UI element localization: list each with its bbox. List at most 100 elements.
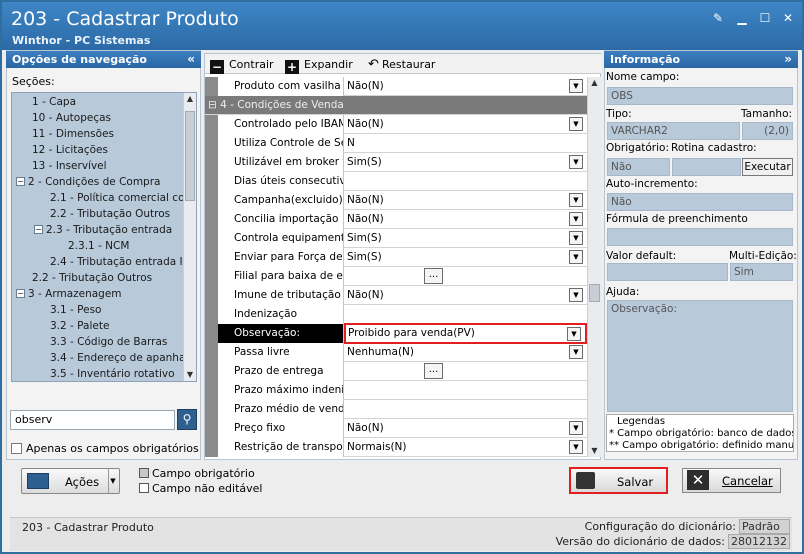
chevron-down-icon[interactable]: ▼	[569, 193, 583, 207]
sections-tree-item[interactable]: 12 - Licitações	[32, 142, 108, 158]
grid-property-row[interactable]: Utilizável em broker tv Sim(S) ▼	[205, 153, 587, 172]
tree-expander-icon[interactable]: −	[34, 225, 43, 234]
grid-property-row[interactable]: Filial para baixa de est...	[205, 267, 587, 286]
scroll-thumb[interactable]	[185, 111, 195, 201]
chevron-down-icon[interactable]: ▼	[569, 117, 583, 131]
collapse-button[interactable]: − Contrair	[210, 56, 274, 74]
sections-tree-item[interactable]: −3 - Armazenagem	[16, 286, 122, 302]
minimize-icon[interactable]: ▁	[735, 11, 749, 25]
sections-tree-item[interactable]: 3.1 - Peso	[50, 302, 101, 318]
chevron-down-icon[interactable]: ▼	[569, 231, 583, 245]
sections-tree-item[interactable]: 3.4 - Endereço de apanha	[50, 350, 185, 366]
sections-tree-item[interactable]: 2.3.1 - NCM	[68, 238, 129, 254]
sections-tree-item[interactable]: 10 - Autopeças	[32, 110, 111, 126]
grid-property-row[interactable]: Enviar para Força de V Sim(S) ▼	[205, 248, 587, 267]
collapse-left-icon[interactable]: «	[187, 51, 195, 68]
property-value-select[interactable]: Proibido para venda(PV) ▼	[344, 323, 587, 344]
expand-button[interactable]: + Expandir	[285, 56, 353, 74]
grid-property-row[interactable]: Controla equipamento Sim(S) ▼	[205, 229, 587, 248]
grid-property-row[interactable]: Indenização	[205, 305, 587, 324]
chevron-down-icon[interactable]: ▼	[569, 345, 583, 359]
property-value-input[interactable]: N	[345, 134, 587, 153]
chevron-down-icon[interactable]: ▼	[569, 288, 583, 302]
property-value-select[interactable]: Não(N) ▼	[345, 210, 587, 229]
sections-tree-item[interactable]: 11 - Dimensões	[32, 126, 114, 142]
grid-category-row[interactable]: ⊟ 4 - Condições de Venda	[205, 96, 587, 115]
sections-tree-item[interactable]: 2.2 - Tributação Outros	[50, 206, 170, 222]
ellipsis-button[interactable]: ...	[424, 363, 443, 379]
sections-tree-item[interactable]: 2.1 - Política comercial comp	[50, 190, 196, 206]
property-value-input[interactable]: ...	[345, 267, 587, 286]
property-value-input[interactable]	[345, 400, 587, 419]
property-value-select[interactable]: Nenhuma(N) ▼	[345, 343, 587, 362]
property-value-select[interactable]: Não(N) ▼	[345, 115, 587, 134]
chevron-down-icon[interactable]: ▼	[567, 327, 581, 341]
chevron-down-icon[interactable]: ▼	[569, 421, 583, 435]
grid-property-row[interactable]: Produto com vasilha Não(N) ▼	[205, 77, 587, 96]
grid-property-row[interactable]: Utiliza Controle de SeleN	[205, 134, 587, 153]
grid-property-row[interactable]: Preço fixo Não(N) ▼	[205, 419, 587, 438]
grid-property-row[interactable]: Prazo médio de venda	[205, 400, 587, 419]
grid-property-row[interactable]: Imune de tributação Não(N) ▼	[205, 286, 587, 305]
tree-expander-icon[interactable]: −	[16, 289, 25, 298]
sections-search-input[interactable]: observ	[10, 410, 175, 430]
property-value-select[interactable]: Sim(S) ▼	[345, 229, 587, 248]
property-value-input[interactable]	[345, 172, 587, 191]
sections-tree-item[interactable]: 3.3 - Código de Barras	[50, 334, 167, 350]
sections-tree-item[interactable]: 13 - Inservível	[32, 158, 107, 174]
maximize-icon[interactable]: ☐	[758, 11, 772, 25]
property-value-select[interactable]: Não(N) ▼	[345, 286, 587, 305]
save-button[interactable]: Salvar	[569, 467, 668, 494]
property-value-select[interactable]: Sim(S) ▼	[345, 153, 587, 172]
chevron-down-icon[interactable]: ▼	[569, 440, 583, 454]
property-value-input[interactable]	[345, 381, 587, 400]
scroll-down-icon[interactable]: ▼	[588, 445, 601, 457]
sections-tree-item[interactable]: −2.3 - Tributação entrada	[34, 222, 172, 238]
grid-scrollbar[interactable]: ▲ ▼	[587, 77, 601, 457]
title-bar[interactable]: 203 - Cadastrar Produto Winthor - PC Sis…	[2, 2, 802, 50]
edit-icon[interactable]: ✎	[711, 11, 725, 25]
sections-tree[interactable]: 1 - Capa 10 - Autopeças 11 - Dimensões 12 -…	[11, 92, 197, 382]
grid-property-row[interactable]: Passa livre Nenhuma(N) ▼	[205, 343, 587, 362]
restore-button[interactable]: ↶ Restaurar	[368, 56, 435, 73]
grid-property-row[interactable]: Dias úteis consecutivo	[205, 172, 587, 191]
grid-property-row[interactable]: Campanha(excluido) Não(N) ▼	[205, 191, 587, 210]
dropdown-arrow-icon[interactable]: ▼	[108, 469, 117, 493]
sections-tree-item[interactable]: 3.5 - Inventário rotativo	[50, 366, 175, 381]
sections-tree-scrollbar[interactable]: ▲ ▼	[183, 93, 196, 381]
sections-tree-item[interactable]: 3.2 - Palete	[50, 318, 109, 334]
grid-property-row[interactable]: Restrição de transport Normais(N) ▼	[205, 438, 587, 457]
scroll-thumb[interactable]	[589, 284, 600, 302]
collapse-category-icon[interactable]: ⊟	[208, 99, 220, 111]
chevron-down-icon[interactable]: ▼	[569, 79, 583, 93]
grid-property-row[interactable]: Concilia importação Não(N) ▼	[205, 210, 587, 229]
property-value-select[interactable]: Não(N) ▼	[345, 191, 587, 210]
grid-property-row[interactable]: Prazo de entrega...	[205, 362, 587, 381]
search-icon[interactable]: ⚲	[177, 409, 197, 430]
property-value-select[interactable]: Normais(N) ▼	[345, 438, 587, 457]
property-value-input[interactable]	[345, 305, 587, 324]
chevron-down-icon[interactable]: ▼	[569, 250, 583, 264]
checkbox-box[interactable]	[11, 443, 22, 454]
chevron-down-icon[interactable]: ▼	[569, 155, 583, 169]
scroll-down-icon[interactable]: ▼	[184, 369, 196, 381]
grid-property-row[interactable]: Controlado pelo IBAMA Não(N) ▼	[205, 115, 587, 134]
cancel-button[interactable]: ✕ Cancelar	[682, 468, 781, 493]
close-icon[interactable]: ✕	[781, 11, 795, 25]
scroll-up-icon[interactable]: ▲	[184, 93, 196, 105]
scroll-up-icon[interactable]: ▲	[588, 77, 601, 89]
grid-property-row[interactable]: Prazo máximo indeniza	[205, 381, 587, 400]
grid-property-row[interactable]: Observação: Proibido para venda(PV) ▼	[205, 323, 587, 344]
sections-tree-item[interactable]: 2.2 - Tributação Outros	[32, 270, 152, 286]
property-value-select[interactable]: Não(N) ▼	[345, 419, 587, 438]
ellipsis-button[interactable]: ...	[424, 268, 443, 284]
property-value-select[interactable]: Sim(S) ▼	[345, 248, 587, 267]
actions-button[interactable]: Ações ▼	[21, 468, 120, 494]
tree-expander-icon[interactable]: −	[16, 177, 25, 186]
only-required-checkbox[interactable]: Apenas os campos obrigatórios	[11, 442, 199, 455]
collapse-right-icon[interactable]: »	[784, 51, 792, 68]
sections-tree-item[interactable]: 1 - Capa	[32, 94, 76, 110]
property-value-input[interactable]: ...	[345, 362, 587, 381]
property-value-select[interactable]: Não(N) ▼	[345, 77, 587, 96]
sections-tree-item[interactable]: −2 - Condições de Compra	[16, 174, 160, 190]
